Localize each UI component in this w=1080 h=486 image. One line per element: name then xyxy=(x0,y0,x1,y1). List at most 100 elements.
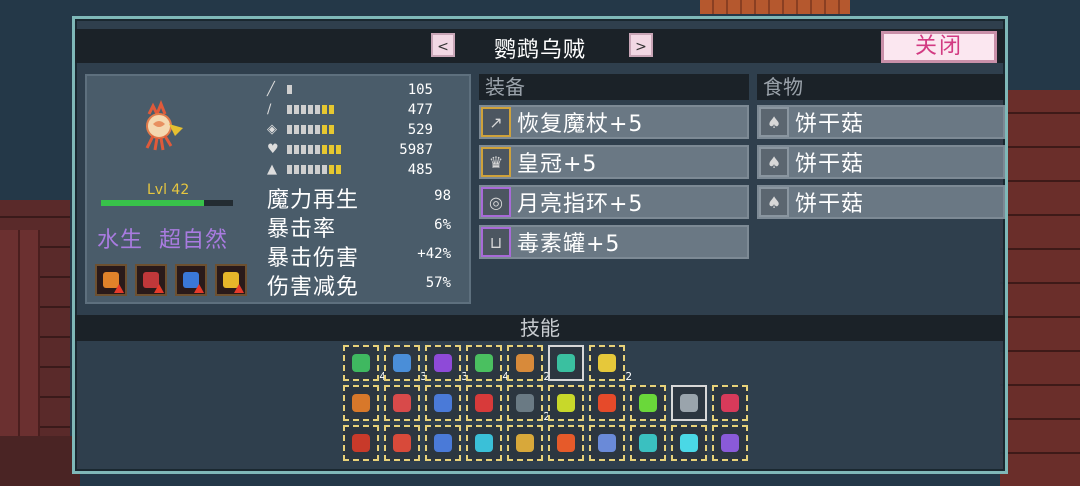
level-label: Lvl 42 xyxy=(147,182,190,198)
pip xyxy=(329,125,334,134)
ring-red-skill-icon[interactable] xyxy=(466,385,502,421)
pip xyxy=(287,125,292,134)
pip xyxy=(308,165,313,174)
mushroom-up-icon xyxy=(135,264,167,296)
rain-skill-icon[interactable]: 4 xyxy=(343,345,386,383)
food-header: 食物 xyxy=(757,74,1005,100)
swirl-skill-icon[interactable] xyxy=(589,425,625,461)
mystery-skill-icon[interactable] xyxy=(425,425,461,461)
stat-value: 105 xyxy=(407,82,433,98)
ring-teal-skill-icon[interactable] xyxy=(466,425,502,461)
food-slot[interactable]: ♠ 饼干菇 xyxy=(757,185,1005,219)
stat-pips xyxy=(287,145,341,154)
gear-red-skill-icon[interactable] xyxy=(712,385,748,421)
ring-icon: ◎ xyxy=(481,187,511,217)
pip xyxy=(287,85,292,94)
pip xyxy=(308,125,313,134)
flame-skill-icon[interactable] xyxy=(589,385,625,421)
stat-value: 485 xyxy=(407,162,433,178)
derived-stats: 魔力再生 98 暴击率 6% 暴击伤害 +42% 伤害减免 57% xyxy=(267,182,457,300)
equipment-name: 皇冠+5 xyxy=(517,152,598,177)
hourglass-skill-icon[interactable] xyxy=(343,385,379,421)
stat-label: 魔力再生 xyxy=(267,188,360,213)
equipment-slot[interactable]: ♛ 皇冠+5 xyxy=(479,145,749,179)
mushroom-icon: ♠ xyxy=(759,147,789,177)
stat-value: 5987 xyxy=(399,142,433,158)
character-name: 鹦鹉乌贼 xyxy=(493,38,586,63)
bolt-skill-icon[interactable] xyxy=(671,425,707,461)
capsule-skill-icon[interactable] xyxy=(384,385,420,421)
next-character-button[interactable]: > xyxy=(629,33,653,57)
skill-glyph xyxy=(639,434,657,452)
halo-skill-icon[interactable] xyxy=(548,385,584,421)
pip xyxy=(301,105,306,114)
food-slot[interactable]: ♠ 饼干菇 xyxy=(757,105,1005,139)
bubble-skill-icon[interactable] xyxy=(630,425,666,461)
trait-supernatural: 超自然 xyxy=(159,228,229,253)
arrow-up-icon xyxy=(154,284,164,293)
leaf-skill-icon[interactable] xyxy=(630,385,666,421)
pip xyxy=(294,125,299,134)
equipment-slot[interactable]: ⊔ 毒素罐+5 xyxy=(479,225,749,259)
skill-glyph xyxy=(721,434,739,452)
pip xyxy=(329,145,334,154)
slash-skill-icon[interactable]: 2 xyxy=(507,345,550,383)
trait-aquatic: 水生 xyxy=(97,228,144,253)
food-name: 饼干菇 xyxy=(795,152,865,177)
water-skill-icon[interactable]: 3 xyxy=(384,345,427,383)
potion-skill-icon[interactable] xyxy=(343,425,379,461)
skill-glyph xyxy=(352,394,370,412)
food-slot[interactable]: ♠ 饼干菇 xyxy=(757,145,1005,179)
stat-row: ▲ 485 xyxy=(267,160,457,180)
crown-skill-icon[interactable] xyxy=(425,385,461,421)
spray-skill-icon[interactable]: 4 xyxy=(466,345,509,383)
pip xyxy=(329,105,334,114)
character-summary: Lvl 42 水生 超自然 ╱ 105 ∕ 477 ◈ 529 ♥ 5987 ▲ 485 魔力再生 … xyxy=(85,74,471,304)
shield-icon: ◈ xyxy=(267,122,277,137)
pip xyxy=(287,165,292,174)
skill-glyph xyxy=(434,394,452,412)
sword-icon: ╱ xyxy=(267,82,275,97)
previous-character-button[interactable]: < xyxy=(431,33,455,57)
burst-skill-icon[interactable] xyxy=(548,425,584,461)
equipment-slot[interactable]: ↗ 恢复魔杖+5 xyxy=(479,105,749,139)
equipment-slot[interactable]: ◎ 月亮指环+5 xyxy=(479,185,749,219)
rocks-skill-icon[interactable]: 2 xyxy=(507,385,550,423)
close-button[interactable]: 关闭 xyxy=(881,31,997,63)
pip xyxy=(315,165,320,174)
skill-glyph xyxy=(639,394,657,412)
rainbow-skill-icon[interactable] xyxy=(507,425,543,461)
pip xyxy=(294,165,299,174)
arrow-up-icon xyxy=(114,284,124,293)
arrow-up-icon xyxy=(194,284,204,293)
skill-glyph xyxy=(557,434,575,452)
cloud-skill-icon[interactable] xyxy=(671,385,707,421)
pip xyxy=(315,125,320,134)
arrow-up-icon xyxy=(234,284,244,293)
pip xyxy=(301,145,306,154)
background-floor xyxy=(0,436,80,486)
gem-skill-icon[interactable] xyxy=(384,425,420,461)
skill-glyph xyxy=(598,434,616,452)
pip xyxy=(315,105,320,114)
lightning-skill-icon[interactable]: 2 xyxy=(589,345,632,383)
pip xyxy=(336,145,341,154)
skill-glyph xyxy=(516,434,534,452)
traits: 水生 超自然 xyxy=(97,222,228,254)
pip xyxy=(294,145,299,154)
skill-glyph xyxy=(434,354,452,372)
skill-glyph xyxy=(475,354,493,372)
blade-shield-icon xyxy=(175,264,207,296)
skill-row-1: 433422 xyxy=(343,345,632,383)
pip xyxy=(322,165,327,174)
equipment-name: 月亮指环+5 xyxy=(517,192,644,217)
skill-glyph xyxy=(721,394,739,412)
arch-skill-icon[interactable] xyxy=(548,345,584,381)
skill-glyph xyxy=(352,434,370,452)
feather-skill-icon[interactable] xyxy=(712,425,748,461)
wand-icon: ∕ xyxy=(267,102,272,117)
skill-row-3 xyxy=(343,425,753,461)
skill-glyph xyxy=(598,394,616,412)
orb-skill-icon[interactable]: 3 xyxy=(425,345,468,383)
pip xyxy=(315,145,320,154)
